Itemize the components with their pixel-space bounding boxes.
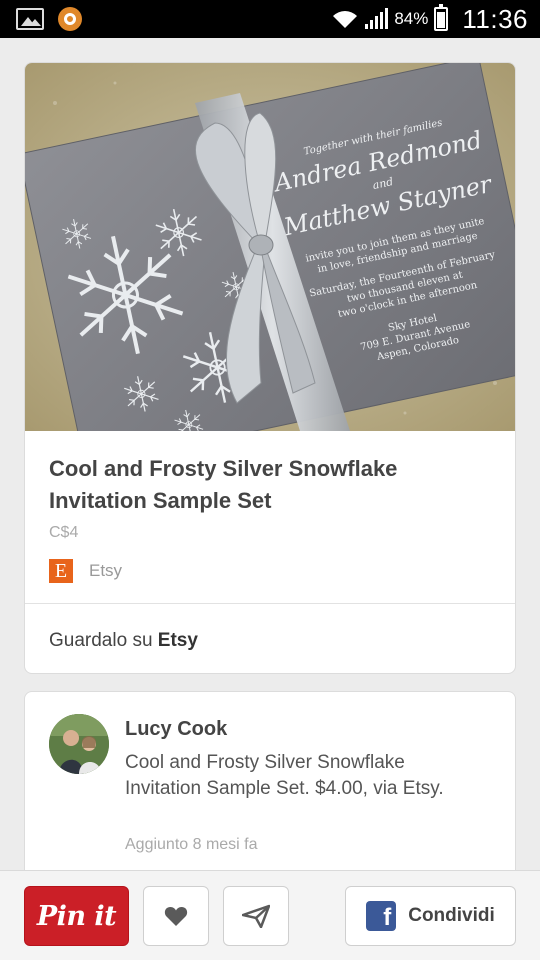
source-name: Etsy: [89, 561, 123, 580]
app-notification-icon: [58, 7, 82, 31]
facebook-icon: f: [366, 901, 397, 931]
added-time: Aggiunto 8 mesi fa: [125, 836, 258, 853]
status-bar: 84% 11:36: [0, 0, 540, 38]
action-bar: Pin it f Condividi: [0, 870, 540, 960]
pin-image[interactable]: Together with their families Andrea Redm…: [25, 63, 515, 431]
clock: 11:36: [462, 3, 528, 34]
share-label: Condividi: [408, 905, 495, 926]
price: C$4: [49, 524, 79, 541]
divider: [25, 603, 515, 604]
like-button[interactable]: [143, 886, 209, 946]
wifi-icon: [333, 11, 358, 28]
source-row[interactable]: E Etsy: [49, 559, 122, 583]
view-on-site-link[interactable]: Guardalo su Etsy: [49, 630, 198, 652]
user-name[interactable]: Lucy Cook: [125, 718, 227, 741]
pinner-card: Lucy Cook Cool and Frosty Silver Snowfla…: [24, 691, 516, 891]
send-icon: [242, 904, 270, 928]
pin-description: Cool and Frosty Silver Snowflake Invitat…: [125, 752, 444, 799]
gallery-notification-icon: [16, 8, 44, 30]
etsy-logo-icon: E: [49, 559, 73, 583]
send-button[interactable]: [223, 886, 289, 946]
view-on-site-name: Etsy: [157, 630, 198, 651]
pin-it-label: Pin it: [36, 900, 117, 932]
pin-it-button[interactable]: Pin it: [24, 886, 129, 946]
heart-icon: [164, 907, 188, 926]
view-on-prefix: Guardalo su: [49, 630, 153, 651]
battery-icon: [434, 4, 449, 31]
avatar[interactable]: [49, 714, 109, 774]
pin-title[interactable]: Cool and Frosty Silver Snowflake Invitat…: [49, 453, 489, 517]
pin-card: Together with their families Andrea Redm…: [24, 62, 516, 674]
battery-percentage: 84%: [394, 9, 429, 28]
facebook-share-button[interactable]: f Condividi: [345, 886, 516, 946]
signal-icon: [365, 8, 389, 29]
